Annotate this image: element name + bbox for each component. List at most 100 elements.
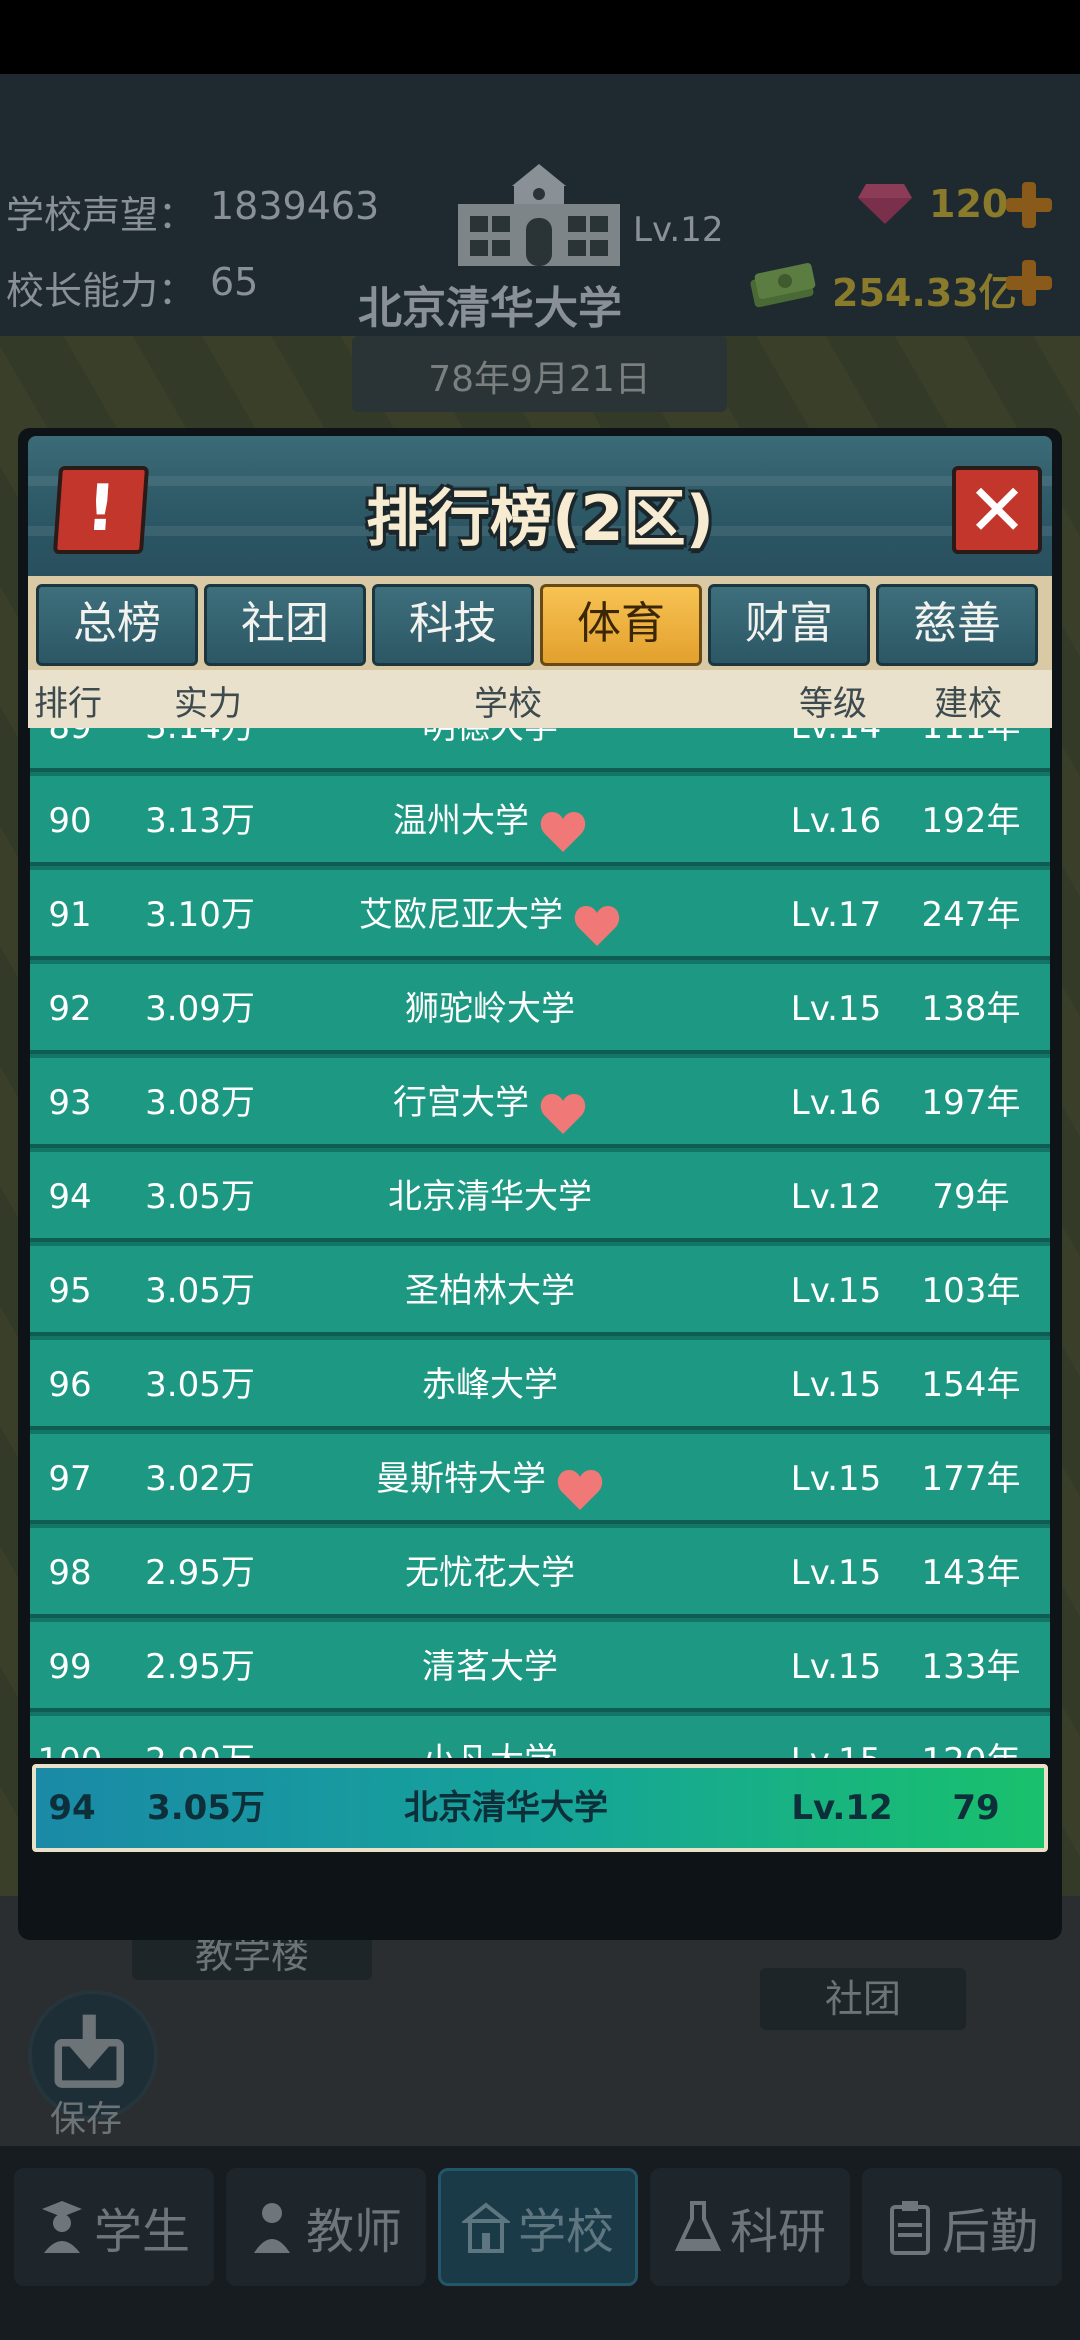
col-age: 建校	[934, 684, 1002, 724]
club-label[interactable]: 社团	[760, 1968, 966, 2030]
nav-logistics[interactable]: 后勤	[862, 2168, 1062, 2286]
column-headers: 排行 实力 学校 等级 建校	[28, 670, 1052, 728]
nav-logistics-label: 后勤	[941, 2204, 1038, 2260]
power-cell-text: 3.14万	[145, 728, 255, 747]
table-row[interactable]: 98 2.95万 无忧花大学 Lv.15 143年	[30, 1528, 1050, 1618]
school-cell-text: 无忧花大学	[405, 1553, 575, 1593]
dialog-title: 排行榜(2区)	[366, 482, 714, 555]
age-cell: 111年	[906, 728, 1036, 772]
ability-value: 65	[210, 260, 259, 304]
level-cell-text: Lv.15	[790, 1553, 882, 1593]
school-cell: 赤峰大学	[270, 1340, 710, 1430]
rank-cell: 91	[30, 870, 110, 960]
level-cell: Lv.15	[776, 964, 896, 1054]
info-button[interactable]: !	[52, 466, 150, 554]
category-tabs: 总榜 社团 科技 体育 财富 慈善	[28, 576, 1052, 670]
level-cell: Lv.16	[776, 1058, 896, 1148]
power-cell: 3.05万	[120, 1340, 280, 1430]
level-cell: Lv.15	[776, 1528, 896, 1618]
rank-cell: 99	[30, 1622, 110, 1712]
status-bar	[0, 0, 1080, 74]
level-cell-text: Lv.15	[790, 1459, 882, 1499]
nav-teacher[interactable]: 教师	[226, 2168, 426, 2286]
tab-charity[interactable]: 慈善	[876, 584, 1038, 666]
my-school-row[interactable]: 94 3.05万 北京清华大学 Lv.12 79	[32, 1764, 1048, 1852]
table-row[interactable]: 95 3.05万 圣柏林大学 Lv.15 103年	[30, 1246, 1050, 1336]
table-row[interactable]: 91 3.10万 艾欧尼亚大学 Lv.17 247年	[30, 870, 1050, 960]
table-row[interactable]: 99 2.95万 清茗大学 Lv.15 133年	[30, 1622, 1050, 1712]
school-building-icon	[458, 164, 620, 266]
nav-student[interactable]: 学生	[14, 2168, 214, 2286]
power-cell: 3.14万	[120, 728, 280, 772]
nav-school[interactable]: 学校	[438, 2168, 638, 2286]
nav-teacher-label: 教师	[305, 2204, 402, 2260]
ranking-list[interactable]: 89 3.14万 明德大学 Lv.14 111年 90 3.13万 温州大学 Lv.16 192年…	[30, 728, 1050, 1758]
level-cell-text: Lv.12	[790, 1177, 882, 1217]
power-cell: 3.13万	[120, 776, 280, 866]
money-icon	[750, 262, 816, 308]
my-age: 79	[952, 1788, 1000, 1828]
school-level: Lv.12	[633, 210, 724, 250]
table-row[interactable]: 94 3.05万 北京清华大学 Lv.12 79年	[30, 1152, 1050, 1242]
level-cell: Lv.15	[776, 1340, 896, 1430]
level-cell-text: Lv.17	[790, 895, 882, 935]
table-row[interactable]: 93 3.08万 行宫大学 Lv.16 197年	[30, 1058, 1050, 1148]
dialog-footer	[28, 1852, 1052, 1928]
age-cell-text: 120年	[922, 1741, 1021, 1758]
close-button[interactable]: ✕	[952, 466, 1042, 554]
school-cell: 北京清华大学	[270, 1152, 710, 1242]
tab-sports[interactable]: 体育	[540, 584, 702, 666]
add-money-icon[interactable]	[1004, 258, 1054, 308]
tab-wealth[interactable]: 财富	[708, 584, 870, 666]
school-name: 北京清华大学	[358, 283, 622, 334]
age-cell-text: 79年	[932, 1177, 1010, 1217]
age-cell: 154年	[906, 1340, 1036, 1430]
power-cell-text: 3.05万	[145, 1365, 255, 1405]
rank-cell-text: 98	[48, 1553, 92, 1593]
add-gems-icon[interactable]	[1004, 180, 1054, 230]
age-cell-text: 247年	[921, 895, 1021, 935]
my-rank: 94	[48, 1788, 96, 1828]
level-cell: Lv.15	[776, 1622, 896, 1712]
my-level: Lv.12	[791, 1788, 893, 1828]
level-cell-text: Lv.15	[791, 1741, 882, 1758]
rank-cell: 94	[30, 1152, 110, 1242]
level-cell: Lv.15	[776, 1716, 896, 1758]
power-cell: 3.05万	[120, 1246, 280, 1336]
age-cell-text: 138年	[921, 989, 1021, 1029]
age-cell: 197年	[906, 1058, 1036, 1148]
age-cell-text: 111年	[922, 728, 1021, 747]
nav-research[interactable]: 科研	[650, 2168, 850, 2286]
age-cell: 192年	[906, 776, 1036, 866]
dialog-header: 排行榜(2区) ! ✕	[28, 436, 1052, 576]
rank-cell: 98	[30, 1528, 110, 1618]
level-cell: Lv.12	[776, 1152, 896, 1242]
rank-cell: 97	[30, 1434, 110, 1524]
age-cell-text: 143年	[921, 1553, 1021, 1593]
power-cell: 2.95万	[120, 1528, 280, 1618]
age-cell-text: 177年	[921, 1459, 1021, 1499]
table-row[interactable]: 97 3.02万 曼斯特大学 Lv.15 177年	[30, 1434, 1050, 1524]
rank-cell-text: 96	[48, 1365, 92, 1405]
school-cell: 曼斯特大学	[270, 1434, 710, 1524]
table-row[interactable]: 92 3.09万 狮驼岭大学 Lv.15 138年	[30, 964, 1050, 1054]
school-cell-text: 行宫大学	[393, 1083, 529, 1123]
rank-cell-text: 89	[48, 728, 91, 747]
table-row[interactable]: 100 2.90万 小凡大学 Lv.15 120年	[30, 1716, 1050, 1758]
table-row[interactable]: 96 3.05万 赤峰大学 Lv.15 154年	[30, 1340, 1050, 1430]
table-row[interactable]: 90 3.13万 温州大学 Lv.16 192年	[30, 776, 1050, 866]
tab-club[interactable]: 社团	[204, 584, 366, 666]
school-cell: 明德大学	[270, 728, 710, 772]
level-cell-text: Lv.14	[791, 728, 882, 747]
close-icon: ✕	[966, 468, 1028, 552]
tab-overall[interactable]: 总榜	[36, 584, 198, 666]
age-cell: 120年	[906, 1716, 1036, 1758]
nav-research-label: 科研	[729, 2204, 826, 2260]
reputation-value: 1839463	[210, 184, 380, 228]
nav-school-label: 学校	[517, 2204, 614, 2260]
school-cell-text: 艾欧尼亚大学	[359, 895, 563, 935]
rank-cell: 89	[30, 728, 110, 772]
table-row[interactable]: 89 3.14万 明德大学 Lv.14 111年	[30, 728, 1050, 772]
leaderboard-dialog: 排行榜(2区) ! ✕ 总榜 社团 科技 体育 财富 慈善 排行 实力 学校 等…	[18, 428, 1062, 1940]
tab-tech[interactable]: 科技	[372, 584, 534, 666]
